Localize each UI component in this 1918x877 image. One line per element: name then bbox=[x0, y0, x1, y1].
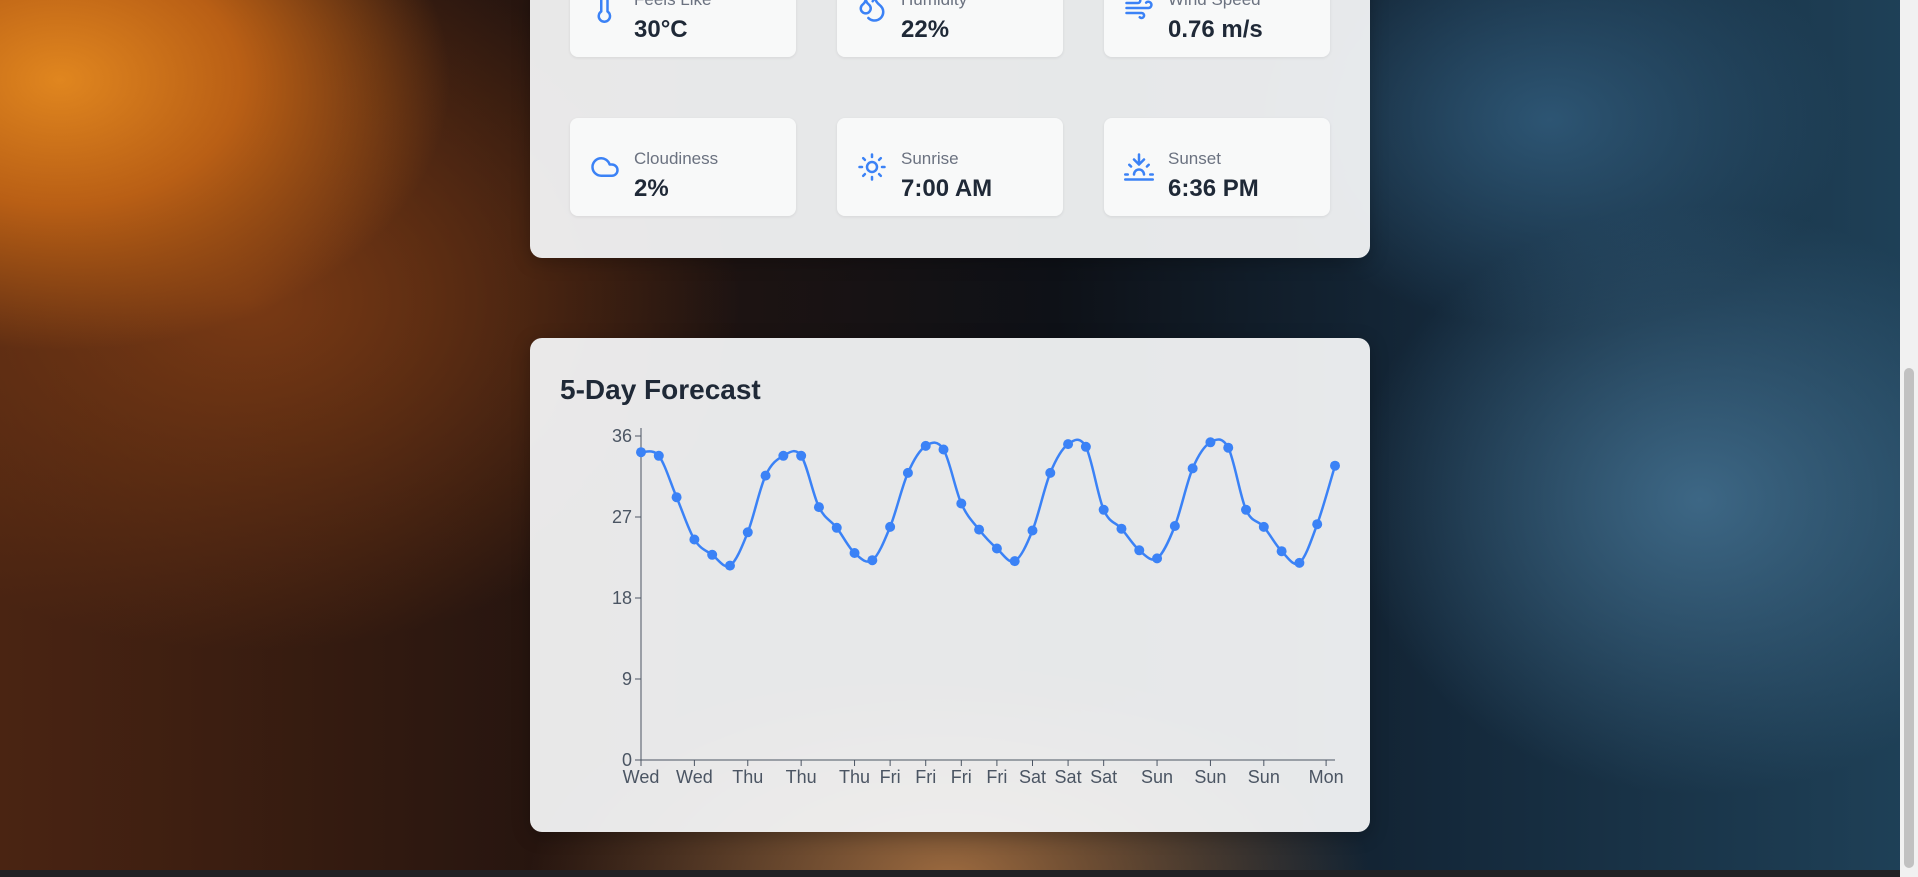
x-tick-label: Wed bbox=[623, 767, 660, 787]
x-tick-label: Mon bbox=[1309, 767, 1344, 787]
temperature-point bbox=[1134, 545, 1145, 556]
x-tick-label: Fri bbox=[915, 767, 936, 787]
temperature-point bbox=[707, 549, 718, 560]
card-value: 6:36 PM bbox=[1168, 175, 1259, 202]
temperature-point bbox=[1312, 519, 1323, 530]
y-tick-label: 36 bbox=[612, 426, 632, 446]
feels-like-card: Feels Like 30°C bbox=[570, 0, 796, 57]
sun-icon bbox=[857, 152, 887, 182]
wind-speed-card: Wind Speed 0.76 m/s bbox=[1104, 0, 1330, 57]
temperature-point bbox=[742, 527, 753, 538]
thermometer-icon bbox=[590, 0, 620, 23]
temperature-point bbox=[902, 467, 913, 478]
temperature-point bbox=[1276, 546, 1287, 557]
cloud-icon bbox=[590, 152, 620, 182]
card-label: Cloudiness bbox=[634, 149, 719, 168]
temperature-point bbox=[1045, 467, 1056, 478]
droplets-icon bbox=[857, 0, 887, 23]
temperature-point bbox=[1187, 463, 1198, 474]
card-label: Feels Like bbox=[634, 0, 711, 10]
temperature-point bbox=[867, 555, 878, 566]
x-tick-label: Sat bbox=[1055, 767, 1082, 787]
temperature-point bbox=[1009, 556, 1020, 567]
temperature-point bbox=[849, 548, 860, 558]
humidity-card: Humidity 22% bbox=[837, 0, 1063, 57]
temperature-point bbox=[1258, 521, 1269, 532]
x-tick-label: Sun bbox=[1248, 767, 1280, 787]
temperature-point bbox=[1205, 437, 1216, 448]
card-label: Sunset bbox=[1168, 149, 1221, 168]
temperature-point bbox=[1330, 460, 1340, 471]
temperature-point bbox=[831, 522, 842, 533]
x-tick-label: Sat bbox=[1019, 767, 1046, 787]
temperature-point bbox=[974, 524, 985, 535]
y-tick-label: 9 bbox=[622, 669, 632, 689]
weather-details-panel: Feels Like 30°C Humidity 22% Wind Speed … bbox=[530, 0, 1370, 258]
temperature-point bbox=[1169, 521, 1180, 531]
temperature-point bbox=[1116, 523, 1127, 534]
temperature-point bbox=[689, 534, 700, 545]
sunrise-card: Sunrise 7:00 AM bbox=[837, 118, 1063, 216]
x-tick-label: Sat bbox=[1090, 767, 1117, 787]
sunset-icon bbox=[1124, 152, 1154, 182]
temperature-point bbox=[920, 440, 931, 451]
temperature-point bbox=[1294, 557, 1305, 568]
temperature-point bbox=[1080, 441, 1091, 452]
temperature-point bbox=[991, 543, 1002, 554]
taskbar-edge bbox=[0, 870, 1900, 877]
temperature-point bbox=[760, 470, 771, 481]
card-value: 30°C bbox=[634, 16, 688, 43]
temperature-point bbox=[1152, 553, 1163, 564]
x-tick-label: Wed bbox=[676, 767, 713, 787]
temperature-point bbox=[796, 450, 807, 461]
temperature-point bbox=[724, 560, 735, 571]
temperature-point bbox=[1098, 504, 1109, 515]
temperature-point bbox=[1027, 525, 1038, 536]
x-tick-label: Thu bbox=[786, 767, 817, 787]
temperature-point bbox=[671, 492, 682, 503]
forecast-panel: 5-Day Forecast 0 9 18 27 36 Wed Wed Thu Thu Thu Fr… bbox=[530, 338, 1370, 832]
temperature-point bbox=[1223, 442, 1234, 453]
card-value: 0.76 m/s bbox=[1168, 16, 1263, 43]
x-tick-label: Sun bbox=[1194, 767, 1226, 787]
temperature-point bbox=[778, 450, 789, 461]
temperature-point bbox=[956, 498, 967, 509]
y-tick-label: 27 bbox=[612, 507, 632, 527]
card-label: Wind Speed bbox=[1168, 0, 1261, 10]
card-value: 7:00 AM bbox=[901, 175, 993, 202]
x-tick-label: Sun bbox=[1141, 767, 1173, 787]
sunset-card: Sunset 6:36 PM bbox=[1104, 118, 1330, 216]
x-tick-label: Fri bbox=[880, 767, 901, 787]
x-tick-label: Fri bbox=[986, 767, 1007, 787]
y-tick-label: 18 bbox=[612, 588, 632, 608]
page-scrollbar[interactable] bbox=[1900, 0, 1918, 877]
temperature-point bbox=[653, 450, 664, 461]
card-label: Sunrise bbox=[901, 149, 959, 168]
temperature-series-line bbox=[640, 438, 1337, 568]
card-label: Humidity bbox=[901, 0, 967, 10]
x-tick-label: Fri bbox=[951, 767, 972, 787]
temperature-point bbox=[938, 444, 949, 455]
x-tick-label: Thu bbox=[839, 767, 870, 787]
card-value: 22% bbox=[901, 16, 950, 43]
card-value: 2% bbox=[634, 175, 669, 202]
forecast-chart: 09182736Wed Wed Thu Thu Thu Fri Fri Fri Fri Sat Sa… bbox=[612, 426, 1344, 787]
wind-icon bbox=[1124, 0, 1154, 23]
cloudiness-card: Cloudiness 2% bbox=[570, 118, 796, 216]
temperature-point bbox=[1063, 439, 1074, 450]
x-tick-label: Thu bbox=[732, 767, 763, 787]
scrollbar-thumb[interactable] bbox=[1904, 368, 1914, 868]
temperature-point bbox=[1241, 504, 1252, 515]
temperature-point bbox=[636, 447, 646, 458]
temperature-point bbox=[885, 521, 896, 532]
temperature-point bbox=[813, 502, 824, 513]
